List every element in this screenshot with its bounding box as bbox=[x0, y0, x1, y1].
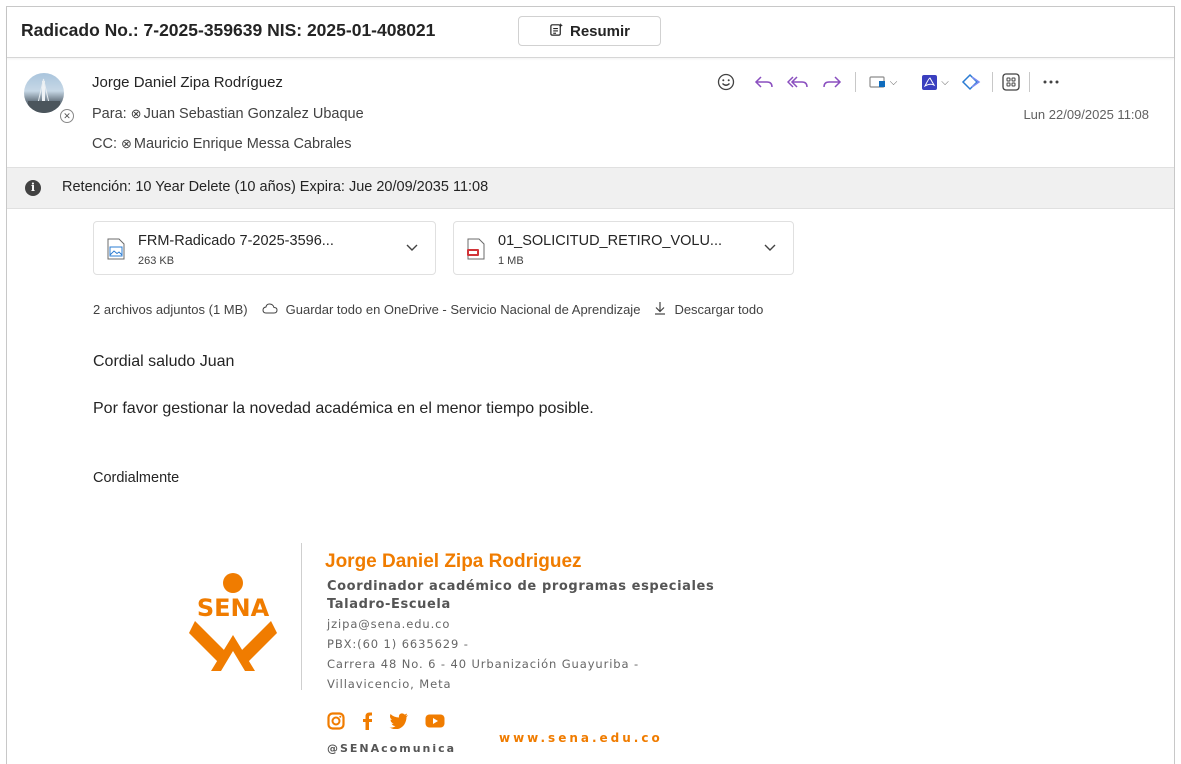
subject-bar: Radicado No.: 7-2025-359639 NIS: 2025-01… bbox=[7, 7, 1174, 58]
cc-recipients: CC: ⊗ Mauricio Enrique Messa Cabrales bbox=[92, 136, 351, 152]
summarize-button[interactable]: Resumir bbox=[518, 16, 661, 46]
to-recipient[interactable]: Juan Sebastian Gonzalez Ubaque bbox=[144, 106, 364, 122]
signature-role: Coordinador académico de programas espec… bbox=[327, 579, 715, 594]
signature-address: Carrera 48 No. 6 - 40 Urbanización Guayu… bbox=[327, 657, 640, 671]
pdf-file-icon bbox=[466, 238, 486, 265]
label-icon[interactable]: ⌵ bbox=[862, 69, 904, 95]
signature-pbx: PBX:(60 1) 6635629 - bbox=[327, 637, 469, 651]
attachment-card[interactable]: FRM-Radicado 7-2025-3596... 263 KB bbox=[93, 221, 436, 275]
attachment-actions: 2 archivos adjuntos (1 MB) Guardar todo … bbox=[93, 301, 763, 318]
email-subject: Radicado No.: 7-2025-359639 NIS: 2025-01… bbox=[21, 20, 436, 40]
signature-handle: @SENAcomunica bbox=[327, 742, 457, 755]
download-all-link[interactable]: Descargar todo bbox=[674, 302, 763, 317]
recipient-status-icon: ⊗ bbox=[130, 106, 142, 121]
signature-name: Jorge Daniel Zipa Rodriguez bbox=[325, 551, 582, 572]
retention-banner: i Retención: 10 Year Delete (10 años) Ex… bbox=[7, 167, 1174, 209]
attachment-size: 1 MB bbox=[498, 255, 524, 267]
attachment-summary: 2 archivos adjuntos (1 MB) bbox=[93, 302, 248, 317]
instagram-icon[interactable] bbox=[327, 712, 345, 735]
body-greeting: Cordial saludo Juan bbox=[93, 353, 235, 370]
image-file-icon bbox=[106, 238, 126, 265]
download-icon bbox=[654, 301, 674, 318]
message-toolbar: ⌵ ⌵ bbox=[713, 69, 1066, 95]
summarize-label: Resumir bbox=[569, 22, 631, 40]
chevron-down-icon[interactable] bbox=[405, 239, 419, 257]
signature-city: Villavicencio, Meta bbox=[327, 677, 452, 691]
svg-text:SENA: SENA bbox=[197, 594, 270, 622]
youtube-icon[interactable] bbox=[425, 714, 445, 733]
attachment-name: FRM-Radicado 7-2025-3596... bbox=[138, 233, 334, 249]
sent-date: Lun 22/09/2025 11:08 bbox=[1023, 107, 1149, 122]
summarize-icon bbox=[549, 22, 564, 41]
body-closing: Cordialmente bbox=[93, 470, 180, 486]
signature-divider bbox=[301, 543, 302, 690]
save-onedrive-link[interactable]: Guardar todo en OneDrive - Servicio Naci… bbox=[286, 302, 641, 317]
signature-email[interactable]: jzipa@sena.edu.co bbox=[327, 617, 450, 631]
more-icon[interactable] bbox=[1036, 69, 1066, 95]
facebook-icon[interactable] bbox=[361, 712, 373, 735]
attachment-card[interactable]: 01_SOLICITUD_RETIRO_VOLU... 1 MB bbox=[453, 221, 794, 275]
forward-icon[interactable] bbox=[815, 69, 849, 95]
signature-website[interactable]: www.sena.edu.co bbox=[499, 731, 663, 745]
presence-offline-icon: ✕ bbox=[60, 109, 74, 123]
to-label: Para: bbox=[92, 106, 127, 122]
reply-all-icon[interactable] bbox=[781, 69, 815, 95]
chevron-down-icon: ⌵ bbox=[941, 76, 949, 88]
info-icon: i bbox=[25, 180, 41, 196]
sena-logo: SENA bbox=[181, 571, 285, 680]
cc-label: CC: bbox=[92, 136, 117, 152]
social-links bbox=[327, 712, 445, 735]
sender-name[interactable]: Jorge Daniel Zipa Rodríguez bbox=[92, 74, 283, 91]
signature-school: Taladro-Escuela bbox=[327, 597, 451, 612]
sender-avatar[interactable] bbox=[24, 73, 64, 113]
recipient-status-icon: ⊗ bbox=[120, 136, 132, 151]
attachment-name: 01_SOLICITUD_RETIRO_VOLU... bbox=[498, 233, 723, 249]
chevron-down-icon[interactable] bbox=[763, 239, 777, 257]
reply-icon[interactable] bbox=[747, 69, 781, 95]
to-recipients: Para: ⊗ Juan Sebastian Gonzalez Ubaque bbox=[92, 106, 364, 122]
toolbar-divider bbox=[992, 72, 993, 92]
retention-text: Retención: 10 Year Delete (10 años) Expi… bbox=[62, 179, 489, 195]
attachment-size: 263 KB bbox=[138, 255, 175, 267]
chevron-down-icon: ⌵ bbox=[889, 76, 898, 88]
apps-icon[interactable] bbox=[999, 69, 1023, 95]
pdf-icon[interactable]: ⌵ bbox=[914, 69, 956, 95]
cc-recipient[interactable]: Mauricio Enrique Messa Cabrales bbox=[134, 136, 352, 152]
loop-icon[interactable] bbox=[956, 69, 986, 95]
twitter-icon[interactable] bbox=[389, 713, 409, 734]
toolbar-divider bbox=[855, 72, 856, 92]
emoji-icon[interactable] bbox=[713, 69, 739, 95]
body-request: Por favor gestionar la novedad académica… bbox=[93, 400, 594, 417]
reading-pane: Radicado No.: 7-2025-359639 NIS: 2025-01… bbox=[6, 6, 1175, 764]
cloud-icon bbox=[262, 302, 286, 317]
toolbar-divider bbox=[1029, 72, 1030, 92]
